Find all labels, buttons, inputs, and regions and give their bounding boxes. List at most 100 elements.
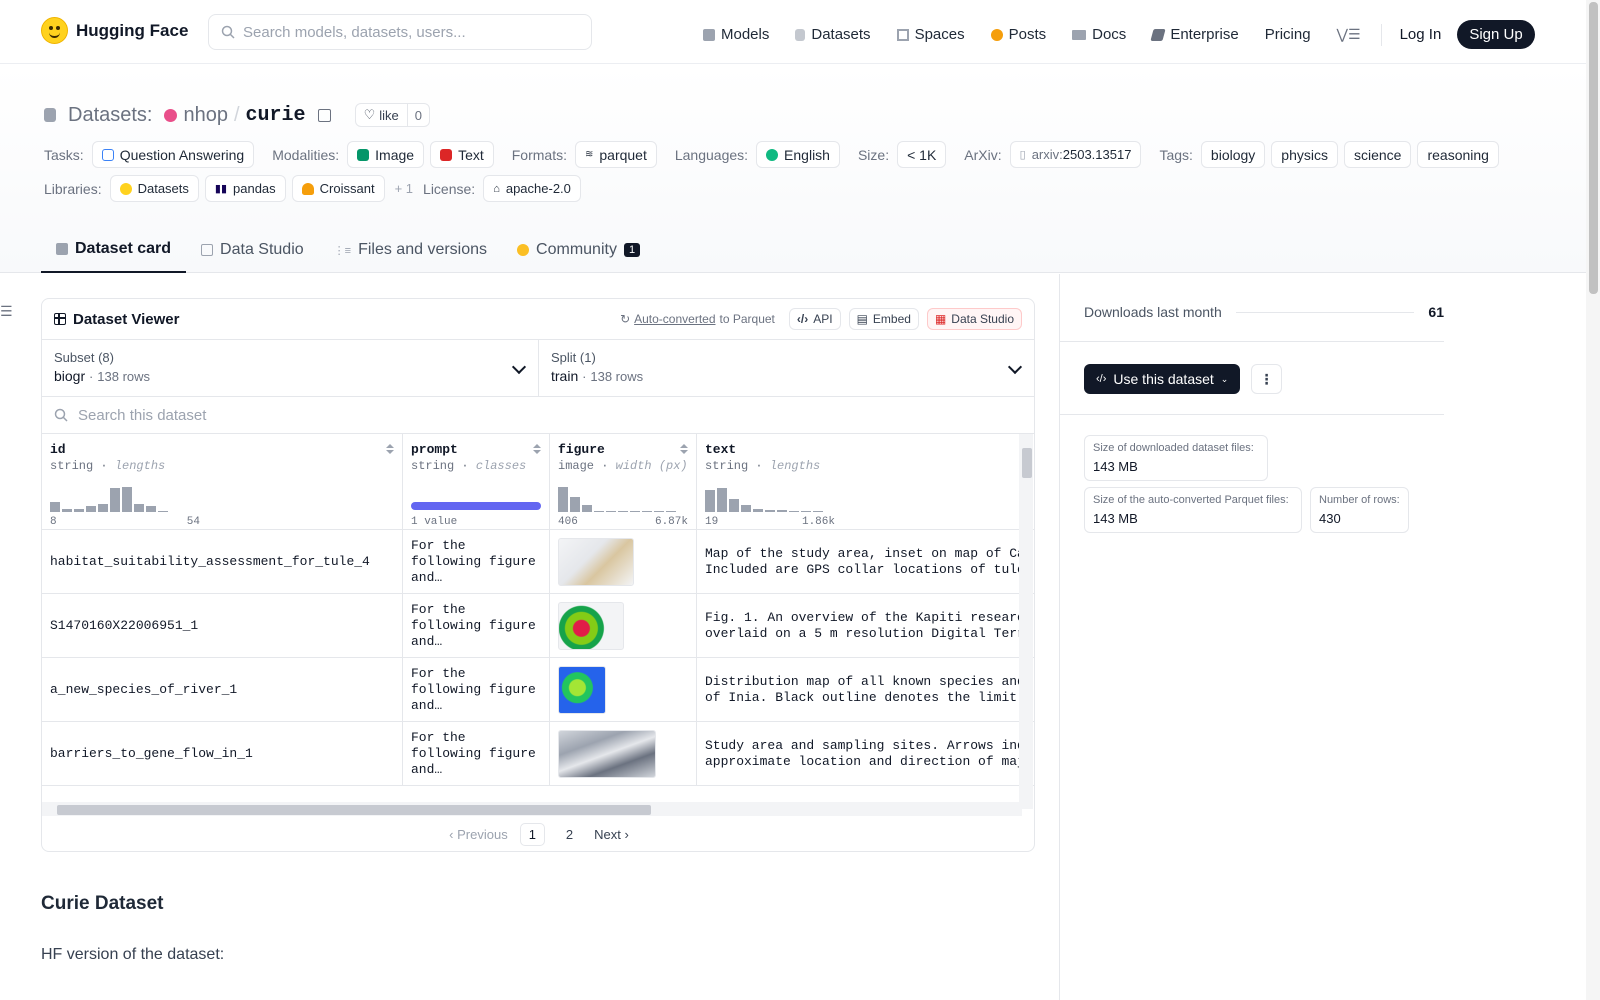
page-scrollbar[interactable] [1586, 0, 1600, 1000]
figure-thumbnail[interactable] [558, 665, 606, 714]
page-button-1[interactable]: 1 [519, 822, 545, 846]
cell-id[interactable]: S1470160X22006951_1 [42, 594, 403, 657]
modality-chip-image[interactable]: Image [347, 141, 425, 168]
cell-text[interactable]: Study area and sampling sites. Arrows in… [697, 722, 1022, 785]
cell-text[interactable]: Distribution map of all known species an… [697, 658, 1022, 721]
histogram-bar[interactable] [594, 511, 604, 512]
histogram-bar[interactable] [777, 510, 787, 512]
next-page-button[interactable]: Next › [594, 827, 629, 842]
histogram-bar[interactable] [729, 499, 739, 512]
column-header-figure[interactable]: figure image · width (px) 406 6.87k [550, 434, 697, 530]
tag-chip[interactable]: biology [1200, 141, 1266, 168]
toc-menu-icon[interactable]: ☰ [0, 303, 13, 320]
sort-icon[interactable] [533, 444, 541, 456]
scrollbar-thumb[interactable] [1022, 448, 1032, 478]
like-button[interactable]: ♡ like 0 [354, 103, 430, 127]
histogram-bar[interactable] [705, 490, 715, 512]
arxiv-chip[interactable]: ▯ arxiv: 2503.13517 [1009, 141, 1142, 168]
histogram-bar[interactable] [158, 511, 168, 512]
class-bar[interactable] [411, 502, 541, 510]
histogram-bar[interactable] [86, 506, 96, 512]
histogram-bar[interactable] [642, 511, 652, 512]
nav-enterprise[interactable]: Enterprise [1150, 26, 1239, 43]
dataset-search[interactable]: Search this dataset [42, 397, 1034, 434]
cell-text[interactable]: Fig. 1. An overview of the Kapiti resear… [697, 594, 1022, 657]
cell-figure[interactable] [550, 530, 697, 593]
api-button[interactable]: ‹/› API [788, 308, 841, 330]
column-header-text[interactable]: text string · lengths 19 1.86k [697, 434, 1022, 530]
cell-id[interactable]: a_new_species_of_river_1 [42, 658, 403, 721]
tag-chip[interactable]: reasoning [1417, 141, 1499, 168]
table-row[interactable]: habitat_suitability_assessment_for_tule_… [42, 530, 1034, 594]
library-chip-pandas[interactable]: ▮▮ pandas [204, 175, 286, 202]
histogram-bar[interactable] [789, 511, 799, 512]
cell-figure[interactable] [550, 658, 697, 721]
tab-files-and-versions[interactable]: ⋮≡ Files and versions [319, 227, 502, 273]
histogram-bar[interactable] [666, 511, 676, 512]
histogram-bar[interactable] [558, 487, 568, 512]
signup-button[interactable]: Sign Up [1457, 20, 1535, 49]
library-chip-croissant[interactable]: Croissant [291, 175, 385, 202]
histogram-bar[interactable] [62, 509, 72, 512]
cell-text[interactable]: Map of the study area, inset on map of C… [697, 530, 1022, 593]
more-menu-icon[interactable]: ⋁☰ [1337, 26, 1361, 43]
libraries-more[interactable]: + 1 [395, 181, 413, 196]
data-studio-button[interactable]: ▦ Data Studio [926, 308, 1022, 330]
histogram-bar[interactable] [654, 511, 664, 512]
breadcrumb-section[interactable]: Datasets: [68, 104, 152, 127]
histogram-bar[interactable] [765, 510, 775, 512]
format-chip[interactable]: ≋ parquet [574, 141, 657, 168]
sort-icon[interactable] [680, 444, 688, 456]
use-dataset-button[interactable]: ‹/› Use this dataset ⌄ [1084, 364, 1241, 394]
figure-thumbnail[interactable] [558, 601, 624, 650]
scrollbar-thumb[interactable] [1589, 2, 1598, 294]
auto-converted-link[interactable]: Auto-converted [634, 312, 715, 326]
nav-posts[interactable]: Posts [990, 26, 1046, 43]
license-chip[interactable]: ⌂ apache-2.0 [483, 175, 581, 202]
split-select[interactable]: Split (1) train · 138 rows [538, 340, 1034, 396]
histogram-bar[interactable] [146, 506, 156, 512]
brand-logo[interactable]: Hugging Face [41, 17, 188, 44]
tag-chip[interactable]: physics [1271, 141, 1338, 168]
histogram-bar[interactable] [717, 488, 727, 512]
cell-prompt[interactable]: For the following figure and… [403, 658, 550, 721]
page-button-2[interactable]: 2 [557, 823, 582, 846]
histogram-bar[interactable] [570, 497, 580, 512]
cell-figure[interactable] [550, 722, 697, 785]
histogram-bar[interactable] [582, 505, 592, 512]
cell-prompt[interactable]: For the following figure and… [403, 594, 550, 657]
global-search[interactable] [208, 14, 592, 50]
login-link[interactable]: Log In [1400, 26, 1442, 43]
global-search-input[interactable] [243, 23, 573, 41]
histogram-bar[interactable] [50, 502, 60, 512]
language-chip[interactable]: English [756, 141, 840, 168]
copy-icon[interactable] [317, 108, 331, 122]
modality-chip-text[interactable]: Text [430, 141, 494, 168]
embed-button[interactable]: ▤ Embed [848, 308, 919, 330]
nav-pricing[interactable]: Pricing [1265, 26, 1311, 43]
library-chip-datasets[interactable]: Datasets [109, 175, 199, 202]
tab-community[interactable]: Community 1 [502, 227, 655, 273]
nav-docs[interactable]: Docs [1072, 26, 1126, 43]
figure-thumbnail[interactable] [558, 537, 634, 586]
histogram-bar[interactable] [801, 511, 811, 512]
horizontal-scrollbar[interactable] [42, 802, 1022, 816]
cell-id[interactable]: barriers_to_gene_flow_in_1 [42, 722, 403, 785]
cell-id[interactable]: habitat_suitability_assessment_for_tule_… [42, 530, 403, 593]
tag-chip[interactable]: science [1343, 141, 1412, 168]
histogram-bar[interactable] [98, 504, 108, 512]
vertical-scrollbar[interactable] [1019, 434, 1033, 809]
figure-thumbnail[interactable] [558, 729, 656, 778]
subset-select[interactable]: Subset (8) biogr · 138 rows [42, 340, 538, 396]
nav-spaces[interactable]: Spaces [896, 26, 965, 43]
histogram-bar[interactable] [618, 511, 628, 512]
histogram-bar[interactable] [630, 511, 640, 512]
histogram-bar[interactable] [74, 509, 84, 512]
nav-datasets[interactable]: Datasets [795, 26, 871, 43]
breadcrumb-owner[interactable]: nhop [183, 104, 228, 127]
table-row[interactable]: S1470160X22006951_1 For the following fi… [42, 594, 1034, 658]
sort-icon[interactable] [386, 444, 394, 456]
histogram-bar[interactable] [813, 511, 823, 512]
more-options-button[interactable]: ⋮ [1251, 364, 1282, 394]
previous-page-button[interactable]: ‹ Previous [449, 827, 508, 842]
